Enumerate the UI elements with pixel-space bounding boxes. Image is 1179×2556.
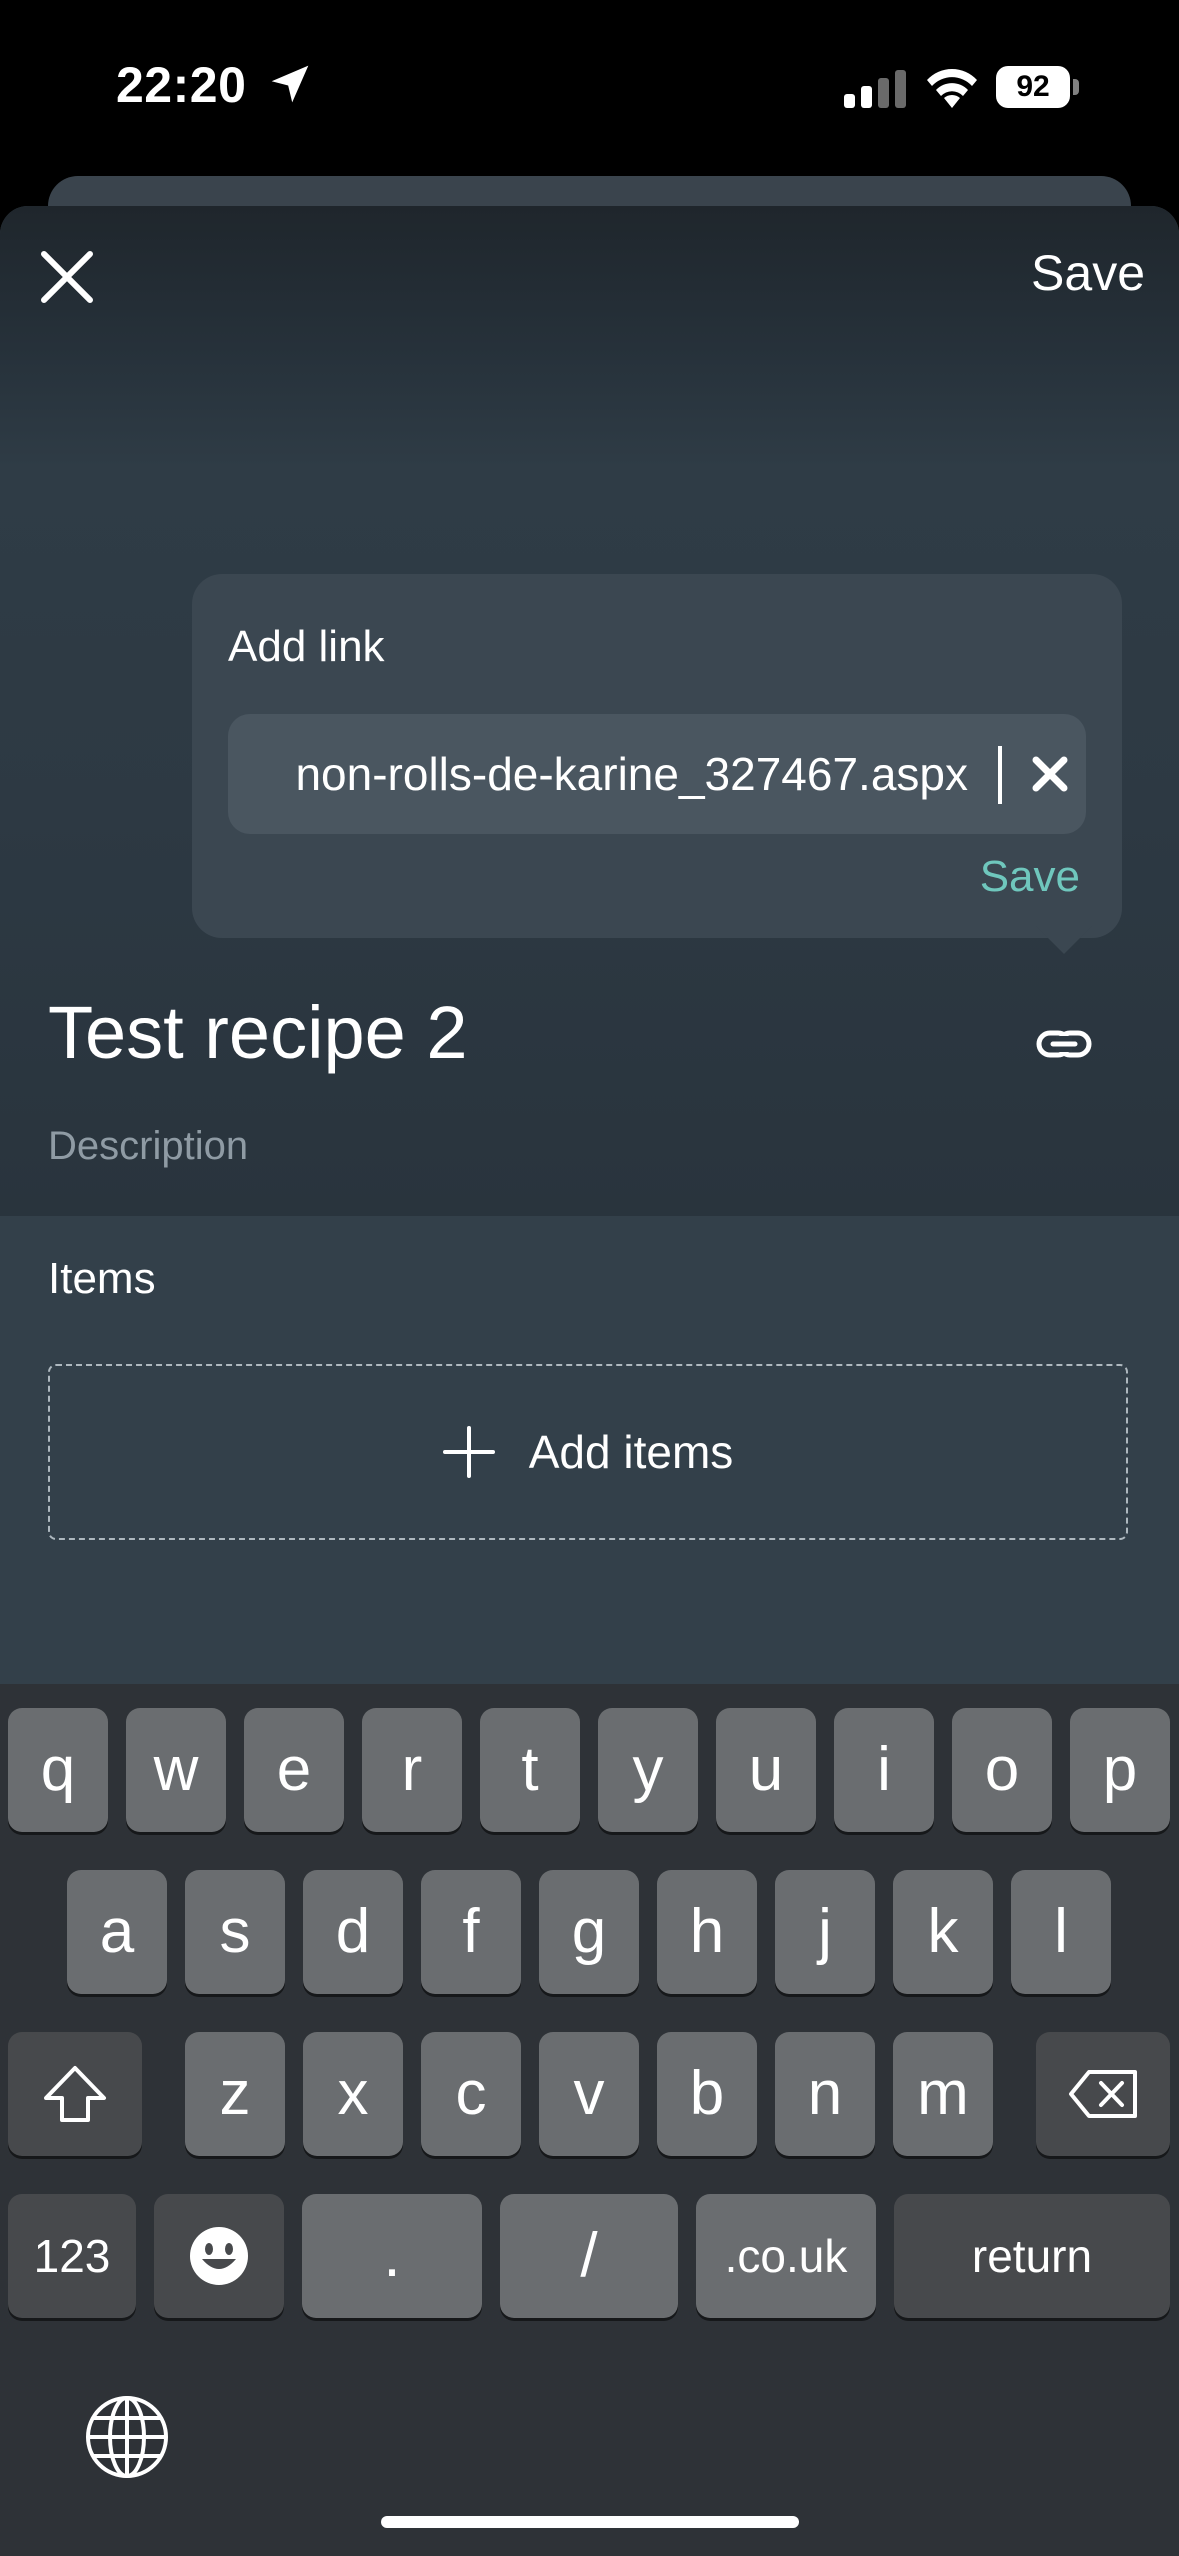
key-m[interactable]: m bbox=[893, 2032, 993, 2156]
key-h[interactable]: h bbox=[657, 1870, 757, 1994]
shift-key[interactable] bbox=[8, 2032, 142, 2156]
key-i[interactable]: i bbox=[834, 1708, 934, 1832]
battery-level: 92 bbox=[1016, 70, 1050, 103]
key-x[interactable]: x bbox=[303, 2032, 403, 2156]
location-arrow-icon bbox=[271, 65, 309, 103]
add-items-label: Add items bbox=[528, 1426, 734, 1478]
key-c[interactable]: c bbox=[421, 2032, 521, 2156]
emoji-key[interactable] bbox=[154, 2194, 284, 2318]
popup-save-button[interactable]: Save bbox=[980, 852, 1080, 902]
key-slash[interactable]: / bbox=[500, 2194, 678, 2318]
save-button[interactable]: Save bbox=[1031, 244, 1145, 302]
key-u[interactable]: u bbox=[716, 1708, 816, 1832]
key-r[interactable]: r bbox=[362, 1708, 462, 1832]
home-indicator[interactable] bbox=[381, 2516, 799, 2528]
link-icon[interactable] bbox=[1036, 1016, 1092, 1072]
key-e[interactable]: e bbox=[244, 1708, 344, 1832]
description-field[interactable]: Description bbox=[48, 1124, 248, 1169]
key-f[interactable]: f bbox=[421, 1870, 521, 1994]
key-w[interactable]: w bbox=[126, 1708, 226, 1832]
key-p[interactable]: p bbox=[1070, 1708, 1170, 1832]
key-k[interactable]: k bbox=[893, 1870, 993, 1994]
key-l[interactable]: l bbox=[1011, 1870, 1111, 1994]
delete-key[interactable] bbox=[1036, 2032, 1170, 2156]
status-time: 22:20 bbox=[116, 57, 247, 113]
popup-title: Add link bbox=[228, 622, 385, 671]
key-domain[interactable]: .co.uk bbox=[696, 2194, 876, 2318]
popup-pointer bbox=[1036, 926, 1092, 954]
status-bar: 22:20 92 bbox=[0, 0, 1179, 170]
key-g[interactable]: g bbox=[539, 1870, 639, 1994]
return-key[interactable]: return bbox=[894, 2194, 1170, 2318]
wifi-icon bbox=[927, 69, 977, 108]
add-items-button[interactable]: Add items bbox=[48, 1364, 1128, 1540]
add-link-popup: Add link non-rolls-de-karine_327467.aspx… bbox=[192, 574, 1122, 938]
key-a[interactable]: a bbox=[67, 1870, 167, 1994]
key-n[interactable]: n bbox=[775, 2032, 875, 2156]
key-t[interactable]: t bbox=[480, 1708, 580, 1832]
close-icon[interactable] bbox=[36, 246, 98, 308]
key-y[interactable]: y bbox=[598, 1708, 698, 1832]
link-url-value[interactable]: non-rolls-de-karine_327467.aspx bbox=[295, 714, 968, 834]
numbers-key[interactable]: 123 bbox=[8, 2194, 136, 2318]
globe-icon[interactable] bbox=[84, 2394, 170, 2480]
backspace-icon bbox=[1069, 2070, 1137, 2118]
items-heading: Items bbox=[48, 1254, 156, 1303]
key-d[interactable]: d bbox=[303, 1870, 403, 1994]
text-cursor bbox=[998, 746, 1002, 804]
clear-icon[interactable] bbox=[1028, 752, 1072, 796]
key-j[interactable]: j bbox=[775, 1870, 875, 1994]
key-v[interactable]: v bbox=[539, 2032, 639, 2156]
key-dot[interactable]: . bbox=[302, 2194, 482, 2318]
key-z[interactable]: z bbox=[185, 2032, 285, 2156]
emoji-icon bbox=[190, 2227, 248, 2285]
link-url-field[interactable]: non-rolls-de-karine_327467.aspx bbox=[228, 714, 1086, 834]
key-o[interactable]: o bbox=[952, 1708, 1052, 1832]
recipe-title[interactable]: Test recipe 2 bbox=[48, 990, 468, 1075]
key-s[interactable]: s bbox=[185, 1870, 285, 1994]
key-b[interactable]: b bbox=[657, 2032, 757, 2156]
key-q[interactable]: q bbox=[8, 1708, 108, 1832]
cellular-signal-icon bbox=[844, 70, 906, 108]
plus-icon bbox=[442, 1426, 495, 1478]
shift-icon bbox=[44, 2066, 106, 2122]
battery-indicator: 92 bbox=[996, 66, 1080, 108]
